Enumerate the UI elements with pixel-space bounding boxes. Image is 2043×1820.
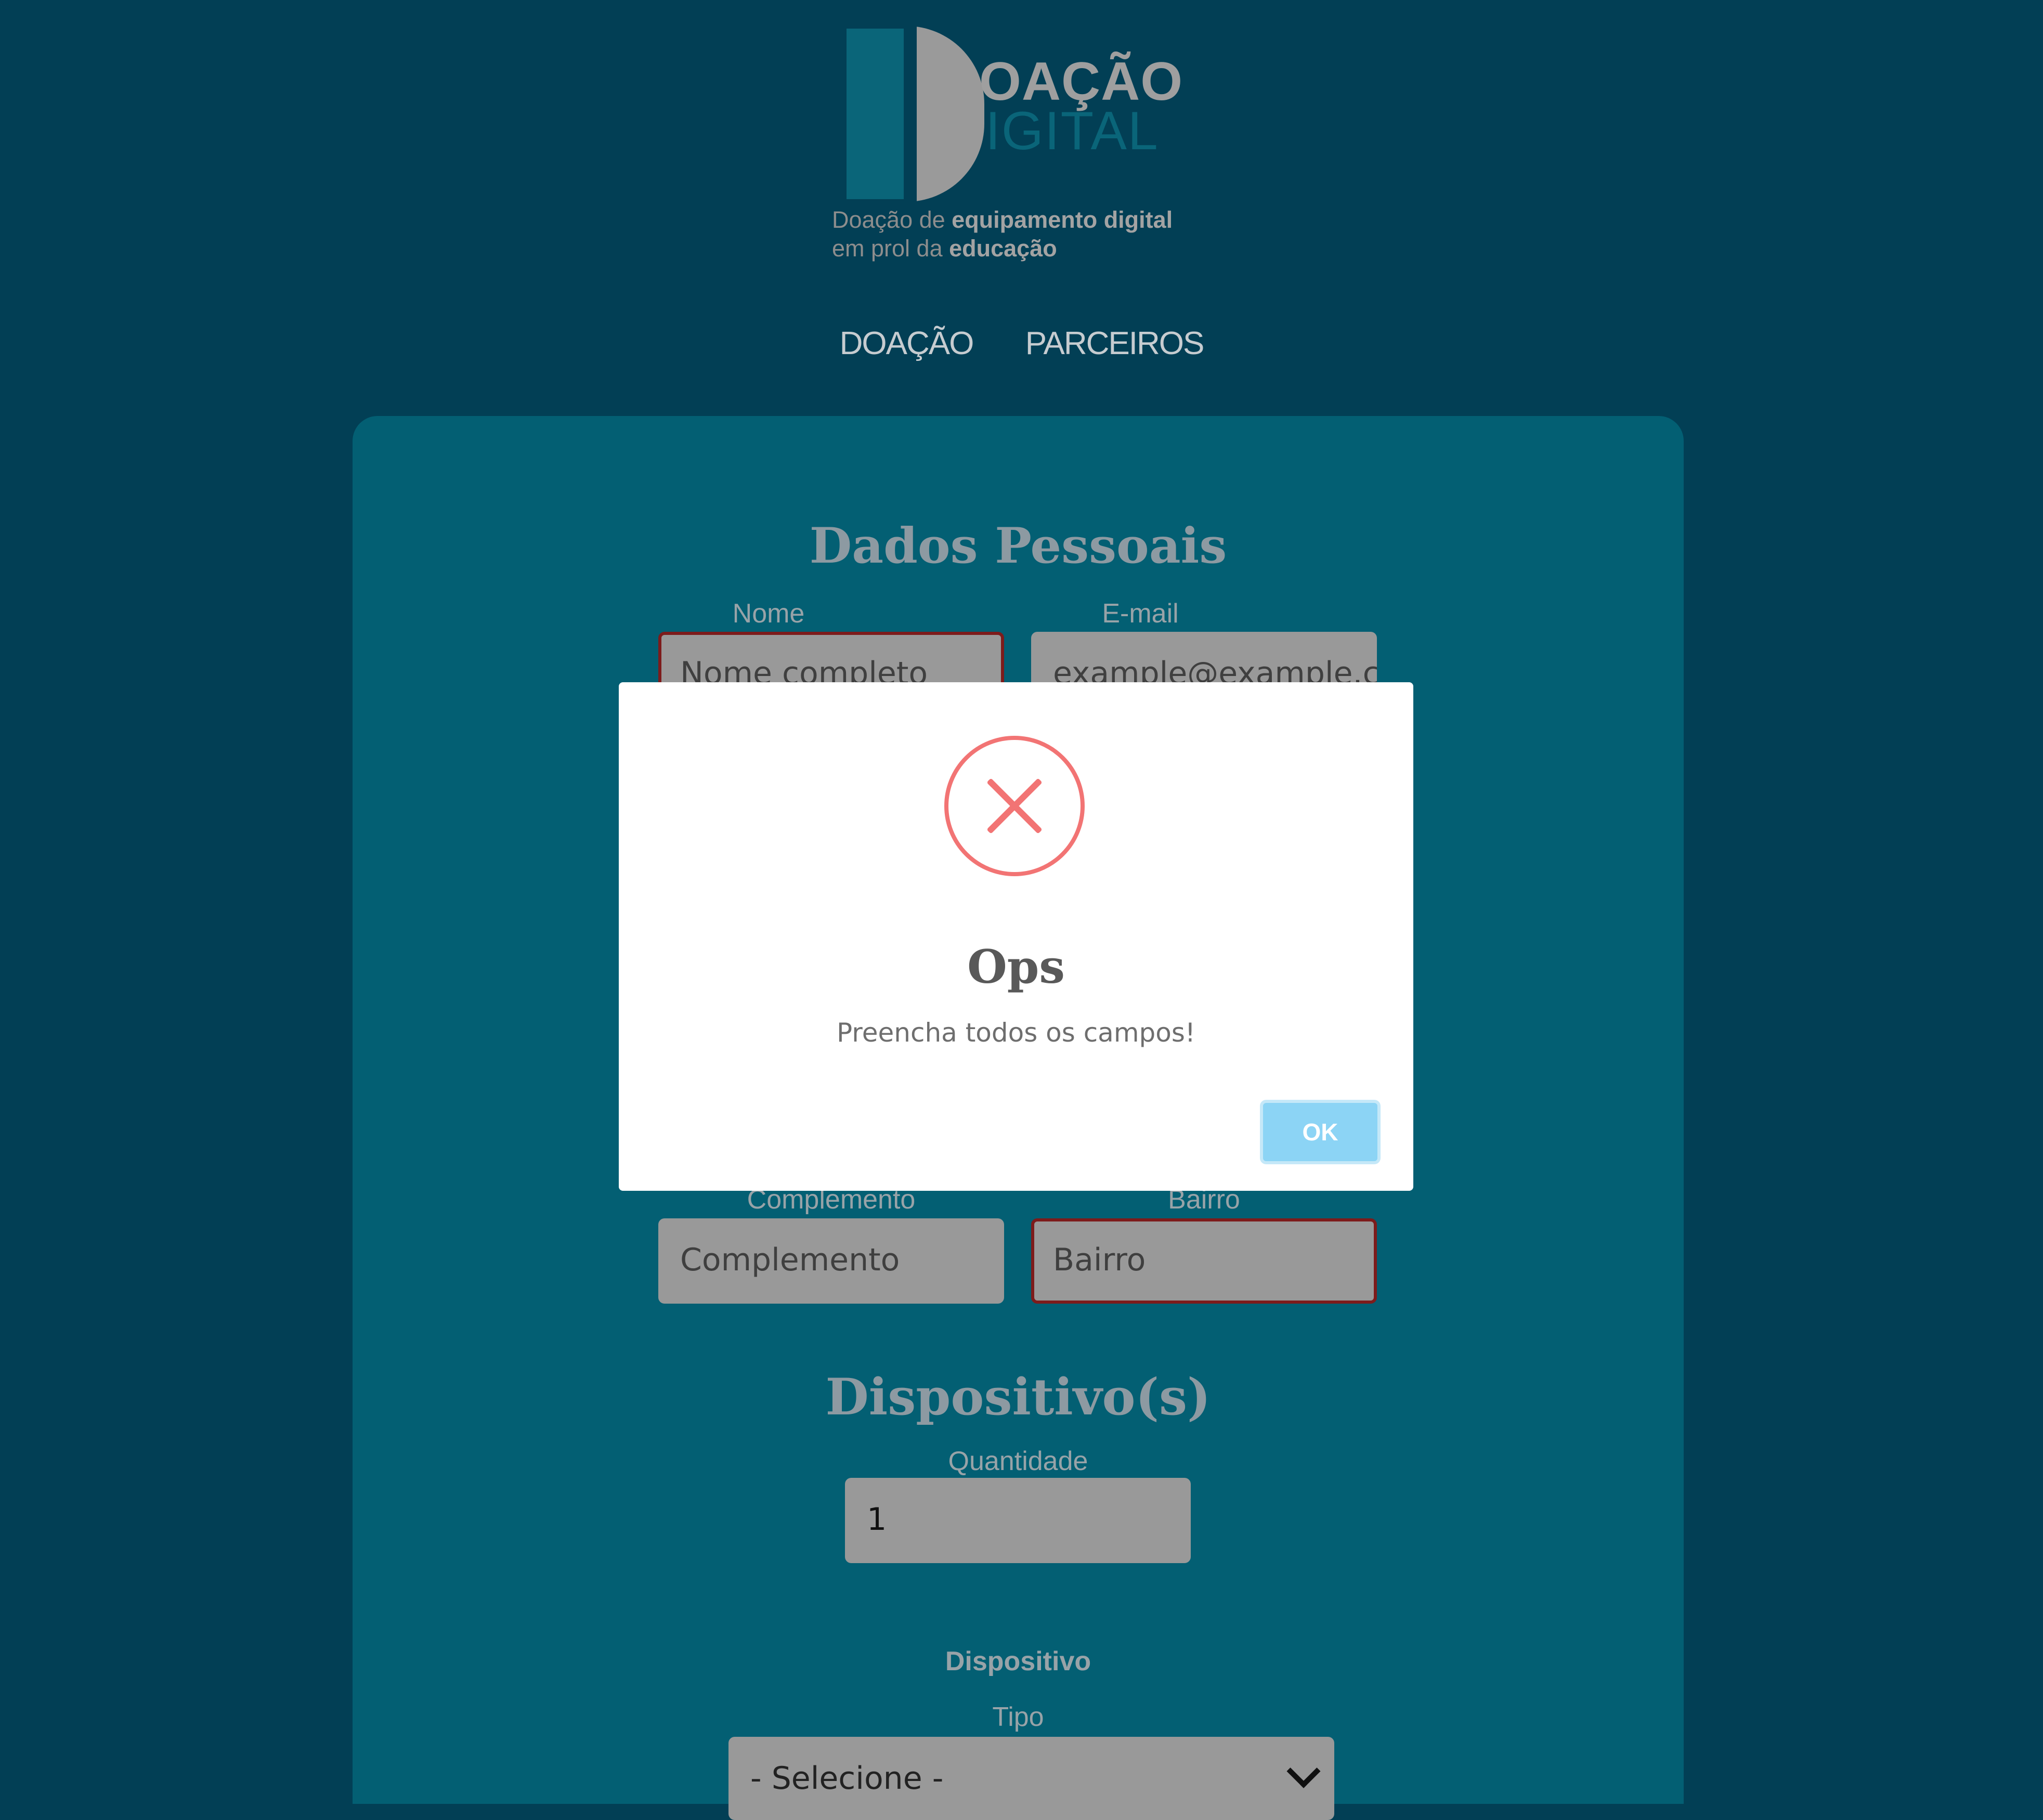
tipo-select[interactable]: - Selecione - bbox=[728, 1737, 1334, 1820]
error-dialog: Ops Preencha todos os campos! OK bbox=[619, 682, 1413, 1191]
logo-word-digital: IGITAL bbox=[985, 101, 1159, 161]
section-title-personal: Dados Pessoais bbox=[809, 517, 1227, 575]
bairro-input[interactable]: Bairro bbox=[1031, 1218, 1377, 1304]
quantidade-label: Quantidade bbox=[948, 1446, 1088, 1476]
site-logo[interactable]: OAÇÃO IGITAL Doação de equipamento digit… bbox=[829, 26, 1214, 270]
nav-link-parceiros[interactable]: PARCEIROS bbox=[1025, 325, 1205, 362]
error-x-icon bbox=[944, 736, 1085, 876]
logo-d-shape bbox=[906, 26, 984, 202]
quantidade-input[interactable]: 1 bbox=[845, 1478, 1191, 1563]
main-nav: DOAÇÃO PARCEIROS bbox=[0, 325, 2043, 362]
logo-bar bbox=[847, 29, 904, 199]
logo-d-gap bbox=[906, 26, 917, 202]
tagline-bold: educação bbox=[949, 235, 1057, 262]
dialog-message: Preencha todos os campos! bbox=[837, 1018, 1195, 1048]
nome-label: Nome bbox=[732, 599, 805, 629]
nav-link-doacao[interactable]: DOAÇÃO bbox=[840, 325, 974, 362]
dispositivo-heading: Dispositivo bbox=[945, 1646, 1091, 1676]
ok-button[interactable]: OK bbox=[1260, 1100, 1381, 1164]
logo-tagline: Doação de equipamento digital em prol da… bbox=[832, 205, 1217, 263]
tagline-bold: equipamento digital bbox=[952, 206, 1173, 233]
tagline-part: em prol da bbox=[832, 235, 949, 262]
dialog-title: Ops bbox=[967, 940, 1065, 994]
complemento-input[interactable]: Complemento bbox=[658, 1218, 1004, 1304]
tipo-label: Tipo bbox=[992, 1702, 1044, 1732]
chevron-down-icon bbox=[1286, 1754, 1321, 1788]
tipo-selected-value: - Selecione - bbox=[750, 1760, 944, 1797]
email-label: E-mail bbox=[1102, 599, 1179, 629]
section-title-devices: Dispositivo(s) bbox=[825, 1368, 1211, 1426]
tagline-part: Doação de bbox=[832, 206, 952, 233]
